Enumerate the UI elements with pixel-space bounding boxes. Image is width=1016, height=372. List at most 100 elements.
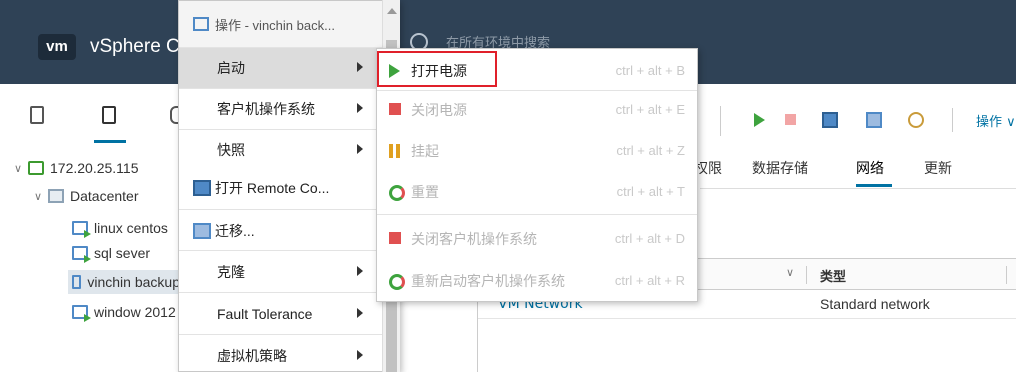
menu-divider	[179, 334, 383, 335]
tree-node-vm-selected[interactable]: vinchin backup	[68, 270, 180, 294]
active-tab-indicator	[856, 184, 892, 187]
tree-node-label: 172.20.25.115	[50, 160, 139, 176]
scroll-up-icon[interactable]	[387, 8, 397, 14]
tree-node-label: window 2012	[94, 304, 176, 320]
tab-updates[interactable]: 更新	[924, 158, 952, 178]
network-type-cell: Standard network	[820, 296, 930, 312]
menu-header: 操作 - vinchin back...	[179, 1, 383, 47]
actions-menu-button[interactable]: 操作 ∨	[976, 111, 1016, 130]
tree-node-label: vinchin backup	[87, 274, 180, 290]
menu-item-suspend: 挂起 ctrl + alt + Z	[377, 133, 697, 169]
menu-item-power-off: 关闭电源 ctrl + alt + E	[377, 92, 697, 128]
menu-item-label: 克隆	[217, 264, 245, 280]
column-divider[interactable]	[806, 266, 807, 284]
highlight-box	[377, 51, 497, 87]
console-icon[interactable]	[822, 112, 838, 128]
hosts-clusters-icon[interactable]	[30, 106, 44, 124]
column-header-type[interactable]: 类型	[820, 266, 846, 285]
menu-item-remote-console[interactable]: 打开 Remote Co...	[179, 168, 383, 208]
menu-item-fault-tolerance[interactable]: Fault Tolerance	[179, 294, 383, 334]
vm-powered-on-icon	[72, 221, 91, 238]
vms-templates-icon[interactable]	[102, 106, 116, 124]
vm-powered-on-icon	[72, 246, 91, 263]
pause-icon	[389, 144, 400, 158]
tree-node-vm[interactable]: window 2012	[72, 300, 176, 324]
toolbar-divider	[952, 108, 953, 132]
submenu-arrow-icon	[357, 308, 363, 318]
tree-node-vm[interactable]: linux centos	[72, 216, 168, 240]
menu-item-label: 虚拟机策略	[217, 348, 287, 364]
menu-item-label: Fault Tolerance	[217, 306, 313, 322]
host-icon	[28, 161, 44, 175]
tab-networks[interactable]: 网络	[856, 158, 884, 178]
chevron-down-icon[interactable]: ∨	[14, 162, 28, 175]
vm-icon	[72, 275, 82, 289]
menu-divider	[179, 292, 383, 293]
tabs-divider	[700, 188, 1016, 189]
menu-item-label: 启动	[217, 60, 245, 76]
vm-logo: vm	[38, 34, 76, 60]
menu-divider	[377, 214, 697, 215]
menu-item-label: 关闭客户机操作系统	[411, 232, 537, 248]
tab-datastores[interactable]: 数据存储	[752, 158, 808, 178]
vm-powered-on-icon	[72, 305, 91, 322]
menu-item-label: 快照	[217, 142, 245, 158]
snapshot-icon[interactable]	[908, 112, 924, 128]
tree-node-vm[interactable]: sql sever	[72, 241, 150, 265]
tree-node-datacenter[interactable]: ∨ Datacenter	[34, 184, 138, 208]
chevron-down-icon[interactable]: ∨	[786, 266, 794, 279]
power-submenu: 打开电源 ctrl + alt + B 关闭电源 ctrl + alt + E …	[376, 48, 698, 302]
menu-item-label: 迁移...	[215, 223, 255, 239]
tab-permissions[interactable]: 权限	[694, 158, 722, 178]
menu-item-label: 挂起	[411, 144, 439, 160]
actions-context-menu: 操作 - vinchin back... 启动 客户机操作系统 快照 打开 Re…	[178, 0, 400, 372]
shortcut-label: ctrl + alt + E	[615, 102, 685, 117]
menu-divider	[179, 209, 383, 210]
navigator-tabs	[0, 84, 184, 144]
row-divider	[478, 318, 1016, 319]
tree-node-label: linux centos	[94, 220, 168, 236]
tree-node-host[interactable]: ∨ 172.20.25.115	[14, 156, 139, 180]
power-off-icon[interactable]	[785, 114, 796, 125]
submenu-arrow-icon	[357, 144, 363, 154]
submenu-arrow-icon	[357, 350, 363, 360]
shortcut-label: ctrl + alt + R	[614, 273, 685, 288]
menu-item-label: 客户机操作系统	[217, 101, 315, 117]
shortcut-label: ctrl + alt + D	[614, 231, 685, 246]
vm-icon	[193, 17, 209, 31]
tree-node-label: Datacenter	[70, 188, 139, 204]
chevron-down-icon[interactable]: ∨	[34, 190, 48, 203]
console-icon	[193, 180, 211, 196]
menu-item-shutdown-guest: 关闭客户机操作系统 ctrl + alt + D	[377, 221, 697, 257]
restart-icon	[389, 274, 405, 290]
submenu-arrow-icon	[357, 103, 363, 113]
menu-item-snapshots[interactable]: 快照	[179, 130, 383, 170]
tree-node-label: sql sever	[94, 245, 151, 261]
active-nav-indicator	[94, 140, 126, 143]
menu-item-reset: 重置 ctrl + alt + T	[377, 174, 697, 210]
power-off-icon	[389, 103, 401, 115]
migrate-icon[interactable]	[866, 112, 882, 128]
shutdown-icon	[389, 232, 401, 244]
toolbar-divider	[720, 106, 721, 136]
menu-item-clone[interactable]: 克隆	[179, 252, 383, 292]
submenu-arrow-icon	[357, 266, 363, 276]
submenu-arrow-icon	[357, 62, 363, 72]
menu-divider	[179, 250, 383, 251]
menu-divider	[377, 90, 697, 91]
reset-icon	[389, 185, 405, 201]
migrate-icon	[193, 223, 211, 239]
menu-item-migrate[interactable]: 迁移...	[179, 211, 383, 251]
menu-item-restart-guest: 重新启动客户机操作系统 ctrl + alt + R	[377, 263, 697, 299]
menu-item-label: 关闭电源	[411, 103, 467, 119]
menu-item-label: 打开 Remote Co...	[215, 180, 330, 196]
datacenter-icon	[48, 189, 64, 203]
column-divider[interactable]	[1006, 266, 1007, 284]
power-on-icon[interactable]	[754, 113, 765, 127]
shortcut-label: ctrl + alt + B	[615, 63, 685, 78]
menu-item-guest-os[interactable]: 客户机操作系统	[179, 89, 383, 129]
menu-item-power[interactable]: 启动	[179, 48, 383, 88]
shortcut-label: ctrl + alt + Z	[616, 143, 685, 158]
menu-item-vm-policies[interactable]: 虚拟机策略	[179, 336, 383, 372]
menu-item-label: 重置	[411, 185, 439, 201]
